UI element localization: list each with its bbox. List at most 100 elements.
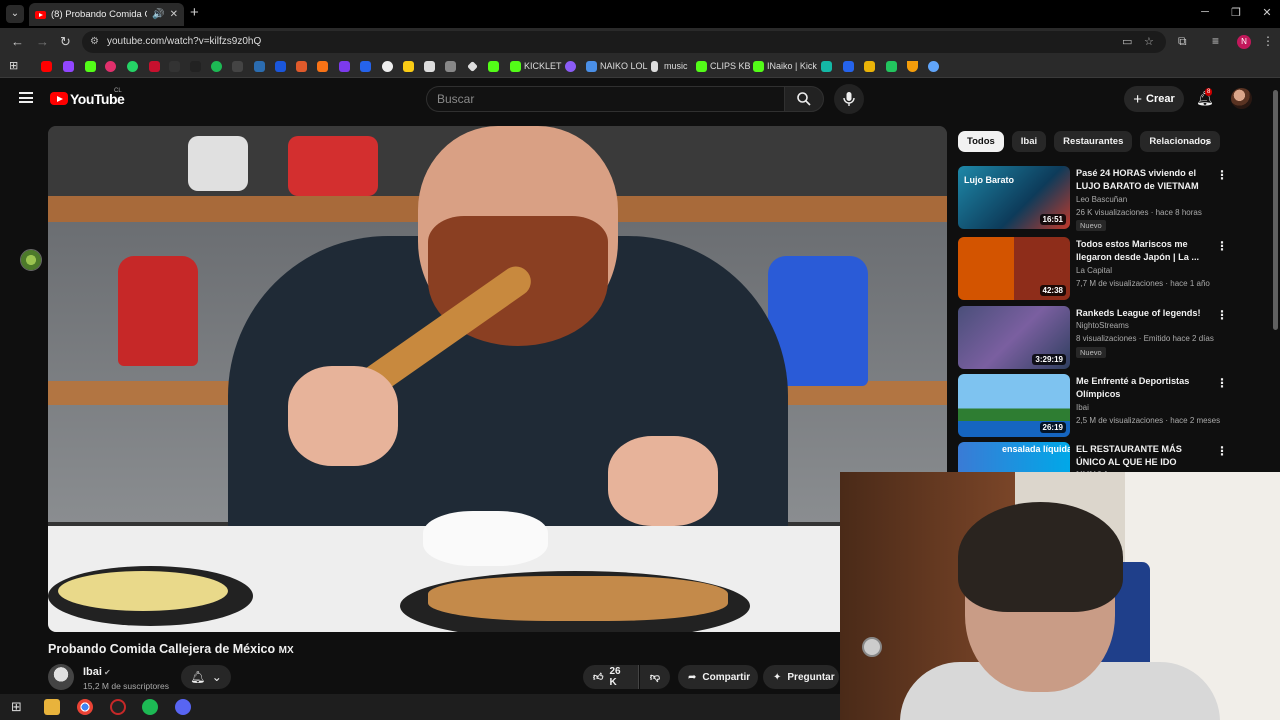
- bookmark-icon[interactable]: [843, 61, 854, 72]
- more-options-icon[interactable]: ⋮: [1216, 308, 1228, 322]
- recommendation-thumbnail[interactable]: ensalada líquida: [958, 442, 1070, 472]
- bookmark-icon[interactable]: [317, 61, 328, 72]
- address-bar[interactable]: ⚙ youtube.com/watch?v=kilfzs9z0hQ ▭ ☆: [82, 31, 1166, 53]
- recommendation-channel[interactable]: Leo Bascuñan: [1076, 195, 1127, 204]
- cast-icon[interactable]: ▭: [1122, 35, 1132, 48]
- more-options-icon[interactable]: ⋮: [1216, 168, 1228, 182]
- browser-profile-avatar[interactable]: N: [1237, 35, 1251, 49]
- spotify-bookmark-icon[interactable]: [211, 61, 222, 72]
- tab-close-icon[interactable]: ✕: [170, 9, 178, 20]
- chip-restaurantes[interactable]: Restaurantes: [1054, 131, 1133, 152]
- tab-search-button[interactable]: ⌄: [6, 5, 24, 23]
- kick-bookmark-icon[interactable]: [510, 61, 521, 72]
- recommendation-channel[interactable]: La Capital: [1076, 266, 1112, 275]
- window-maximize-button[interactable]: ❐: [1221, 6, 1251, 19]
- share-button[interactable]: ➦ Compartir: [678, 665, 758, 689]
- back-arrow-icon[interactable]: ←: [11, 34, 24, 49]
- recommendation-item[interactable]: 3:29:19 Rankeds League of legends! Night…: [958, 306, 1228, 370]
- search-button[interactable]: [784, 86, 824, 112]
- user-avatar[interactable]: [1231, 88, 1252, 109]
- apps-grid-icon[interactable]: ⊞: [9, 59, 18, 72]
- bookmark-icon[interactable]: [339, 61, 350, 72]
- spotify-icon[interactable]: [142, 699, 158, 715]
- bookmark-icon[interactable]: [445, 61, 456, 72]
- bookmark-icon[interactable]: [275, 61, 286, 72]
- bookmark-icon[interactable]: [586, 61, 597, 72]
- window-minimize-button[interactable]: ─: [1190, 6, 1220, 18]
- search-input[interactable]: [437, 92, 767, 106]
- bookmark-kicklet[interactable]: KICKLET: [524, 61, 562, 71]
- bookmark-icon[interactable]: [232, 61, 243, 72]
- bookmark-icon[interactable]: [424, 61, 435, 72]
- bookmark-icon[interactable]: [296, 61, 307, 72]
- chrome-menu-icon[interactable]: ⋮: [1262, 34, 1274, 48]
- bookmark-icon[interactable]: [886, 61, 897, 72]
- windows-start-icon[interactable]: ⊞: [11, 699, 27, 715]
- subscribed-notifications-button[interactable]: 🔔︎ ⌄: [181, 665, 231, 689]
- create-button[interactable]: + Crear: [1124, 86, 1184, 112]
- file-explorer-icon[interactable]: [44, 699, 60, 715]
- recommendation-thumbnail[interactable]: 42:38: [958, 237, 1070, 300]
- like-button[interactable]: 👍︎ 26 K: [583, 665, 639, 689]
- bookmark-icon[interactable]: [696, 61, 707, 72]
- recommendation-thumbnail[interactable]: Lujo Barato 16:51: [958, 166, 1070, 229]
- recommendation-title[interactable]: Pasé 24 HORAS viviendo el LUJO BARATO de…: [1076, 167, 1212, 193]
- ask-button[interactable]: ✦ Preguntar: [763, 665, 839, 689]
- bookmark-icon[interactable]: [928, 61, 939, 72]
- x-bookmark-icon[interactable]: [169, 61, 180, 72]
- bookmark-inaiko-kick[interactable]: INaiko | Kick: [767, 61, 817, 71]
- speaker-icon[interactable]: 🔊: [152, 9, 164, 20]
- bookmark-icon[interactable]: [403, 61, 414, 72]
- chip-ibai[interactable]: Ibai: [1011, 131, 1047, 152]
- discord-icon[interactable]: [175, 699, 191, 715]
- bookmark-star-icon[interactable]: ☆: [1144, 35, 1154, 48]
- obs-icon[interactable]: [110, 699, 126, 715]
- menu-icon[interactable]: [19, 92, 33, 103]
- more-options-icon[interactable]: ⋮: [1216, 239, 1228, 253]
- browser-tab-active[interactable]: (8) Probando Comida Calle 🔊 ✕: [29, 3, 184, 26]
- bookmark-icon[interactable]: [254, 61, 265, 72]
- bookmark-music[interactable]: music: [664, 61, 688, 71]
- twitch-bookmark-icon[interactable]: [63, 61, 74, 72]
- chevron-right-icon[interactable]: ›: [1205, 134, 1209, 149]
- search-box[interactable]: [426, 86, 784, 112]
- recommendation-title[interactable]: Todos estos Mariscos me llegaron desde J…: [1076, 238, 1212, 264]
- recommendation-thumbnail[interactable]: 26:19: [958, 374, 1070, 437]
- chip-todos[interactable]: Todos: [958, 131, 1004, 152]
- bookmark-clips-kb[interactable]: CLIPS KB: [710, 61, 751, 71]
- instagram-bookmark-icon[interactable]: [105, 61, 116, 72]
- window-close-button[interactable]: ✕: [1252, 6, 1280, 19]
- music-bookmark-icon[interactable]: [651, 61, 658, 72]
- channel-name[interactable]: Ibai: [83, 666, 102, 678]
- more-options-icon[interactable]: ⋮: [1216, 444, 1228, 458]
- bookmark-icon[interactable]: [360, 61, 371, 72]
- youtube-bookmark-icon[interactable]: [41, 61, 52, 72]
- bookmark-naiko-lol[interactable]: NAIKO LOL: [600, 61, 648, 71]
- recommendation-channel[interactable]: Ibai: [1076, 403, 1089, 412]
- recommendation-item[interactable]: 42:38 Todos estos Mariscos me llegaron d…: [958, 237, 1228, 301]
- recommendation-title[interactable]: Me Enfrenté a Deportistas Olímpicos: [1076, 375, 1212, 401]
- new-tab-button[interactable]: +: [190, 4, 199, 21]
- extensions-icon[interactable]: ⧉: [1178, 34, 1187, 49]
- bookmark-icon[interactable]: [864, 61, 875, 72]
- recommendation-item[interactable]: 26:19 Me Enfrenté a Deportistas Olímpico…: [958, 374, 1228, 438]
- bookmark-icon[interactable]: [488, 61, 499, 72]
- bookmark-icon[interactable]: [467, 61, 478, 72]
- recommendation-item[interactable]: ensalada líquida EL RESTAURANTE MÁS ÚNIC…: [958, 442, 1228, 472]
- voice-search-button[interactable]: [834, 84, 864, 114]
- tiktok-bookmark-icon[interactable]: [190, 61, 201, 72]
- more-options-icon[interactable]: ⋮: [1216, 376, 1228, 390]
- bookmark-icon[interactable]: [149, 61, 160, 72]
- kick-bookmark-icon[interactable]: [85, 61, 96, 72]
- site-info-icon[interactable]: ⚙: [90, 36, 99, 47]
- whatsapp-bookmark-icon[interactable]: [127, 61, 138, 72]
- channel-avatar[interactable]: [48, 664, 74, 690]
- video-player[interactable]: [48, 126, 947, 632]
- bookmark-icon[interactable]: [565, 61, 576, 72]
- bookmark-icon[interactable]: [907, 61, 918, 72]
- kick-bookmark-icon[interactable]: [753, 61, 764, 72]
- bookmark-icon[interactable]: [382, 61, 393, 72]
- recommendation-title[interactable]: EL RESTAURANTE MÁS ÚNICO AL QUE HE IDO N…: [1076, 443, 1212, 472]
- recommendation-thumbnail[interactable]: 3:29:19: [958, 306, 1070, 369]
- recommendation-channel[interactable]: NightoStreams: [1076, 321, 1129, 330]
